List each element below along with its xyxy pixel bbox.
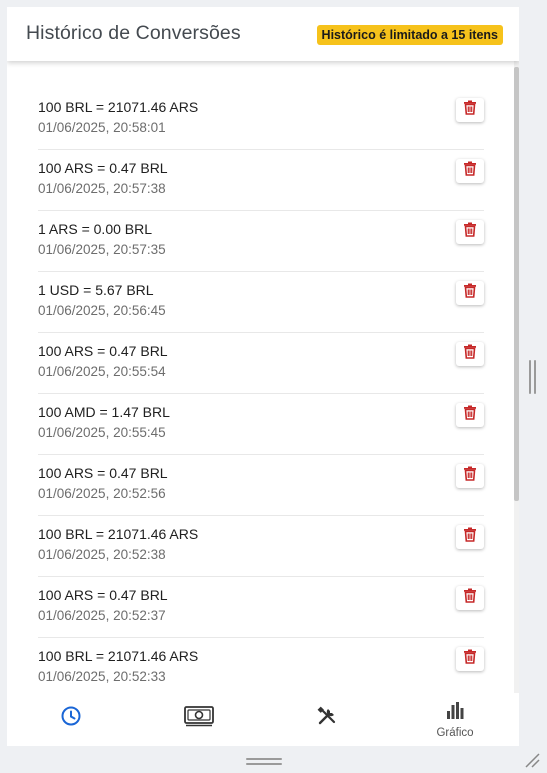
conversion-text: 100 ARS = 0.47 BRL — [38, 587, 168, 603]
conversion-text: 100 ARS = 0.47 BRL — [38, 465, 168, 481]
history-item: 100 ARS = 0.47 BRL 01/06/2025, 20:57:38 — [38, 149, 484, 211]
delete-button[interactable] — [456, 159, 484, 183]
trash-icon — [463, 527, 477, 547]
conversion-timestamp: 01/06/2025, 20:52:56 — [38, 486, 166, 501]
conversion-timestamp: 01/06/2025, 20:55:45 — [38, 425, 166, 440]
trash-icon — [463, 588, 477, 608]
conversion-text: 100 BRL = 21071.46 ARS — [38, 648, 199, 664]
history-list[interactable]: 100 BRL = 21071.46 ARS 01/06/2025, 20:58… — [7, 61, 519, 693]
header: Histórico de Conversões Histórico é limi… — [7, 7, 519, 61]
history-item: 100 ARS = 0.47 BRL 01/06/2025, 20:55:54 — [38, 332, 484, 394]
trash-icon — [463, 100, 477, 120]
trash-icon — [463, 222, 477, 242]
delete-button[interactable] — [456, 98, 484, 122]
delete-button[interactable] — [456, 220, 484, 244]
trash-icon — [463, 466, 477, 486]
delete-button[interactable] — [456, 342, 484, 366]
history-item: 100 ARS = 0.47 BRL 01/06/2025, 20:52:37 — [38, 576, 484, 638]
trash-icon — [463, 283, 477, 303]
delete-button[interactable] — [456, 281, 484, 305]
history-item: 100 BRL = 21071.46 ARS 01/06/2025, 20:58… — [38, 88, 484, 150]
conversion-text: 100 ARS = 0.47 BRL — [38, 160, 168, 176]
money-icon — [183, 704, 215, 733]
nav-history[interactable] — [7, 693, 135, 746]
conversion-text: 100 BRL = 21071.46 ARS — [38, 526, 199, 542]
nav-chart-label: Gráfico — [436, 727, 474, 739]
delete-button[interactable] — [456, 586, 484, 610]
trash-icon — [463, 161, 477, 181]
nav-tools[interactable] — [263, 693, 391, 746]
history-item: 100 BRL = 21071.46 ARS 01/06/2025, 20:52… — [38, 637, 484, 693]
conversion-timestamp: 01/06/2025, 20:55:54 — [38, 364, 166, 379]
history-item: 1 USD = 5.67 BRL 01/06/2025, 20:56:45 — [38, 271, 484, 333]
clock-icon — [60, 705, 82, 732]
conversion-text: 100 BRL = 21071.46 ARS — [38, 99, 199, 115]
conversion-text: 100 AMD = 1.47 BRL — [38, 404, 170, 420]
conversion-timestamp: 01/06/2025, 20:57:38 — [38, 181, 166, 196]
bottom-nav: Gráfico — [7, 693, 519, 746]
bar-chart-icon — [445, 700, 465, 725]
conversion-text: 100 ARS = 0.47 BRL — [38, 343, 168, 359]
tools-icon — [315, 704, 339, 733]
delete-button[interactable] — [456, 464, 484, 488]
nav-chart[interactable]: Gráfico — [391, 693, 519, 746]
delete-button[interactable] — [456, 403, 484, 427]
conversion-timestamp: 01/06/2025, 20:58:01 — [38, 120, 166, 135]
bottom-resize-handle[interactable] — [246, 758, 282, 766]
trash-icon — [463, 344, 477, 364]
conversion-text: 1 ARS = 0.00 BRL — [38, 221, 153, 237]
history-item: 100 BRL = 21071.46 ARS 01/06/2025, 20:52… — [38, 515, 484, 577]
delete-button[interactable] — [456, 647, 484, 671]
conversion-timestamp: 01/06/2025, 20:52:37 — [38, 608, 166, 623]
conversion-text: 1 USD = 5.67 BRL — [38, 282, 154, 298]
history-item: 100 ARS = 0.47 BRL 01/06/2025, 20:52:56 — [38, 454, 484, 516]
side-resize-handle[interactable] — [529, 360, 537, 394]
conversion-timestamp: 01/06/2025, 20:57:35 — [38, 242, 166, 257]
conversion-timestamp: 01/06/2025, 20:52:38 — [38, 547, 166, 562]
conversion-timestamp: 01/06/2025, 20:56:45 — [38, 303, 166, 318]
limit-badge: Histórico é limitado a 15 itens — [316, 25, 503, 45]
history-panel: Histórico de Conversões Histórico é limi… — [7, 7, 519, 746]
resize-grip-icon[interactable] — [524, 752, 540, 768]
trash-icon — [463, 405, 477, 425]
nav-converter[interactable] — [135, 693, 263, 746]
page-title: Histórico de Conversões — [26, 22, 241, 44]
trash-icon — [463, 649, 477, 669]
delete-button[interactable] — [456, 525, 484, 549]
history-item: 100 AMD = 1.47 BRL 01/06/2025, 20:55:45 — [38, 393, 484, 455]
history-item: 1 ARS = 0.00 BRL 01/06/2025, 20:57:35 — [38, 210, 484, 272]
scrollbar-thumb[interactable] — [514, 67, 519, 501]
conversion-timestamp: 01/06/2025, 20:52:33 — [38, 669, 166, 684]
